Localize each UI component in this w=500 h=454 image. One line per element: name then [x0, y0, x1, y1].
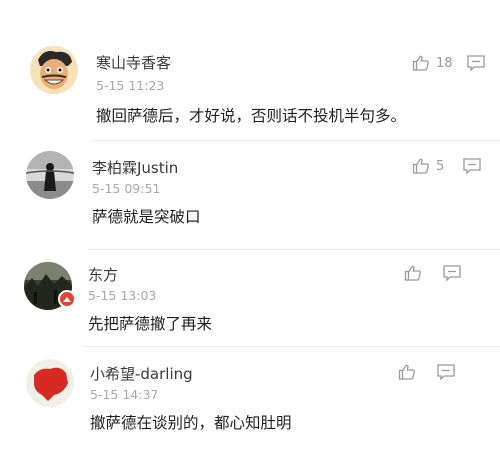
- like-count: 5: [436, 158, 445, 174]
- timestamp: 5-15 11:23: [96, 78, 165, 93]
- thumbs-up-icon: [412, 54, 430, 72]
- like-button[interactable]: [398, 361, 422, 383]
- reply-icon[interactable]: [442, 264, 462, 282]
- avatar[interactable]: [26, 151, 74, 199]
- like-button[interactable]: 5: [412, 155, 444, 177]
- username[interactable]: 寒山寺香客: [96, 52, 171, 73]
- avatar[interactable]: [30, 46, 78, 94]
- like-button[interactable]: [404, 262, 428, 284]
- like-button[interactable]: 18: [412, 52, 453, 74]
- username[interactable]: 李柏霖Justin: [92, 157, 178, 178]
- username[interactable]: 东方: [88, 264, 118, 285]
- avatar[interactable]: [26, 359, 74, 407]
- comment-text: 先把萨德撤了再来: [88, 315, 213, 333]
- comment-text: 撤回萨德后，才好说，否则话不投机半句多。: [96, 107, 407, 125]
- status-badge: [58, 290, 76, 308]
- comment-item: 李柏霖Justin 5-15 09:51 萨德就是突破口 5: [0, 141, 500, 249]
- timestamp: 5-15 13:03: [88, 288, 157, 303]
- comment-item: 小希望-darling 5-15 14:37 撤萨德在谈别的，都心知肚明: [0, 347, 500, 454]
- timestamp: 5-15 09:51: [92, 181, 161, 196]
- timestamp: 5-15 14:37: [90, 387, 159, 402]
- thumbs-up-icon: [412, 157, 430, 175]
- reply-icon[interactable]: [466, 54, 486, 72]
- comment-item: 寒山寺香客 5-15 11:23 撤回萨德后，才好说，否则话不投机半句多。 18: [0, 0, 500, 140]
- comment-text: 萨德就是突破口: [92, 208, 201, 226]
- username[interactable]: 小希望-darling: [90, 363, 193, 384]
- thumbs-up-icon: [398, 363, 416, 381]
- reply-icon[interactable]: [436, 363, 456, 381]
- comment-text: 撤萨德在谈别的，都心知肚明: [90, 414, 292, 432]
- comment-item: 东方 5-15 13:03 先把萨德撤了再来: [0, 250, 500, 346]
- reply-icon[interactable]: [462, 157, 482, 175]
- like-count: 18: [436, 55, 453, 71]
- thumbs-up-icon: [404, 264, 422, 282]
